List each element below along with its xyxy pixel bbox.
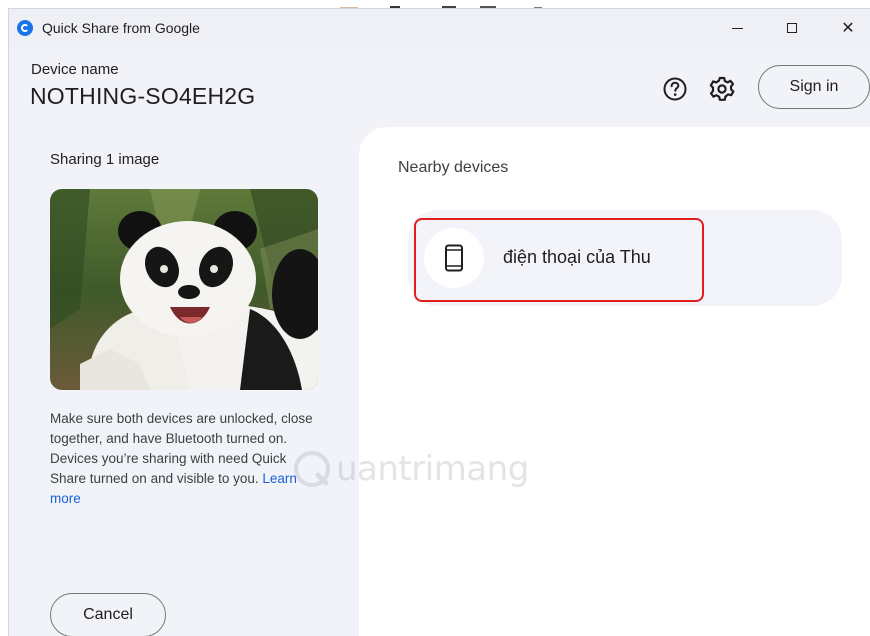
maximize-icon	[787, 23, 797, 33]
quick-share-window: Quick Share from Google ✕ Device name NO…	[8, 8, 870, 636]
device-name-value: NOTHING-SO4EH2G	[30, 83, 256, 109]
sign-in-button[interactable]: Sign in	[758, 65, 870, 109]
minimize-button[interactable]	[714, 9, 760, 47]
window-title: Quick Share from Google	[42, 20, 200, 36]
watermark-text: uantrimang	[336, 449, 529, 489]
connection-help-text: Make sure both devices are unlocked, clo…	[50, 409, 325, 509]
nearby-devices-title: Nearby devices	[398, 159, 509, 176]
watermark-logo-icon	[294, 451, 330, 487]
gear-icon[interactable]	[708, 75, 736, 103]
cancel-button[interactable]: Cancel	[50, 593, 166, 636]
nearby-devices-panel: Nearby devices điện thoại của Thu	[359, 127, 870, 636]
sharing-panel: Sharing 1 image Make sure both devices a…	[9, 127, 359, 636]
minimize-icon	[731, 27, 743, 29]
device-name-label: Device name	[31, 61, 119, 78]
close-button[interactable]: ✕	[825, 9, 870, 47]
watermark: uantrimang	[292, 449, 529, 489]
sharing-title: Sharing 1 image	[50, 151, 160, 168]
quick-share-app-icon	[17, 20, 33, 36]
help-circle-icon[interactable]	[662, 76, 688, 102]
title-bar: Quick Share from Google ✕	[9, 9, 870, 47]
close-icon: ✕	[841, 20, 855, 37]
maximize-button[interactable]	[769, 9, 815, 47]
panda-image-preview	[50, 189, 318, 390]
highlight-annotation	[414, 218, 704, 302]
background-strip	[330, 0, 580, 12]
